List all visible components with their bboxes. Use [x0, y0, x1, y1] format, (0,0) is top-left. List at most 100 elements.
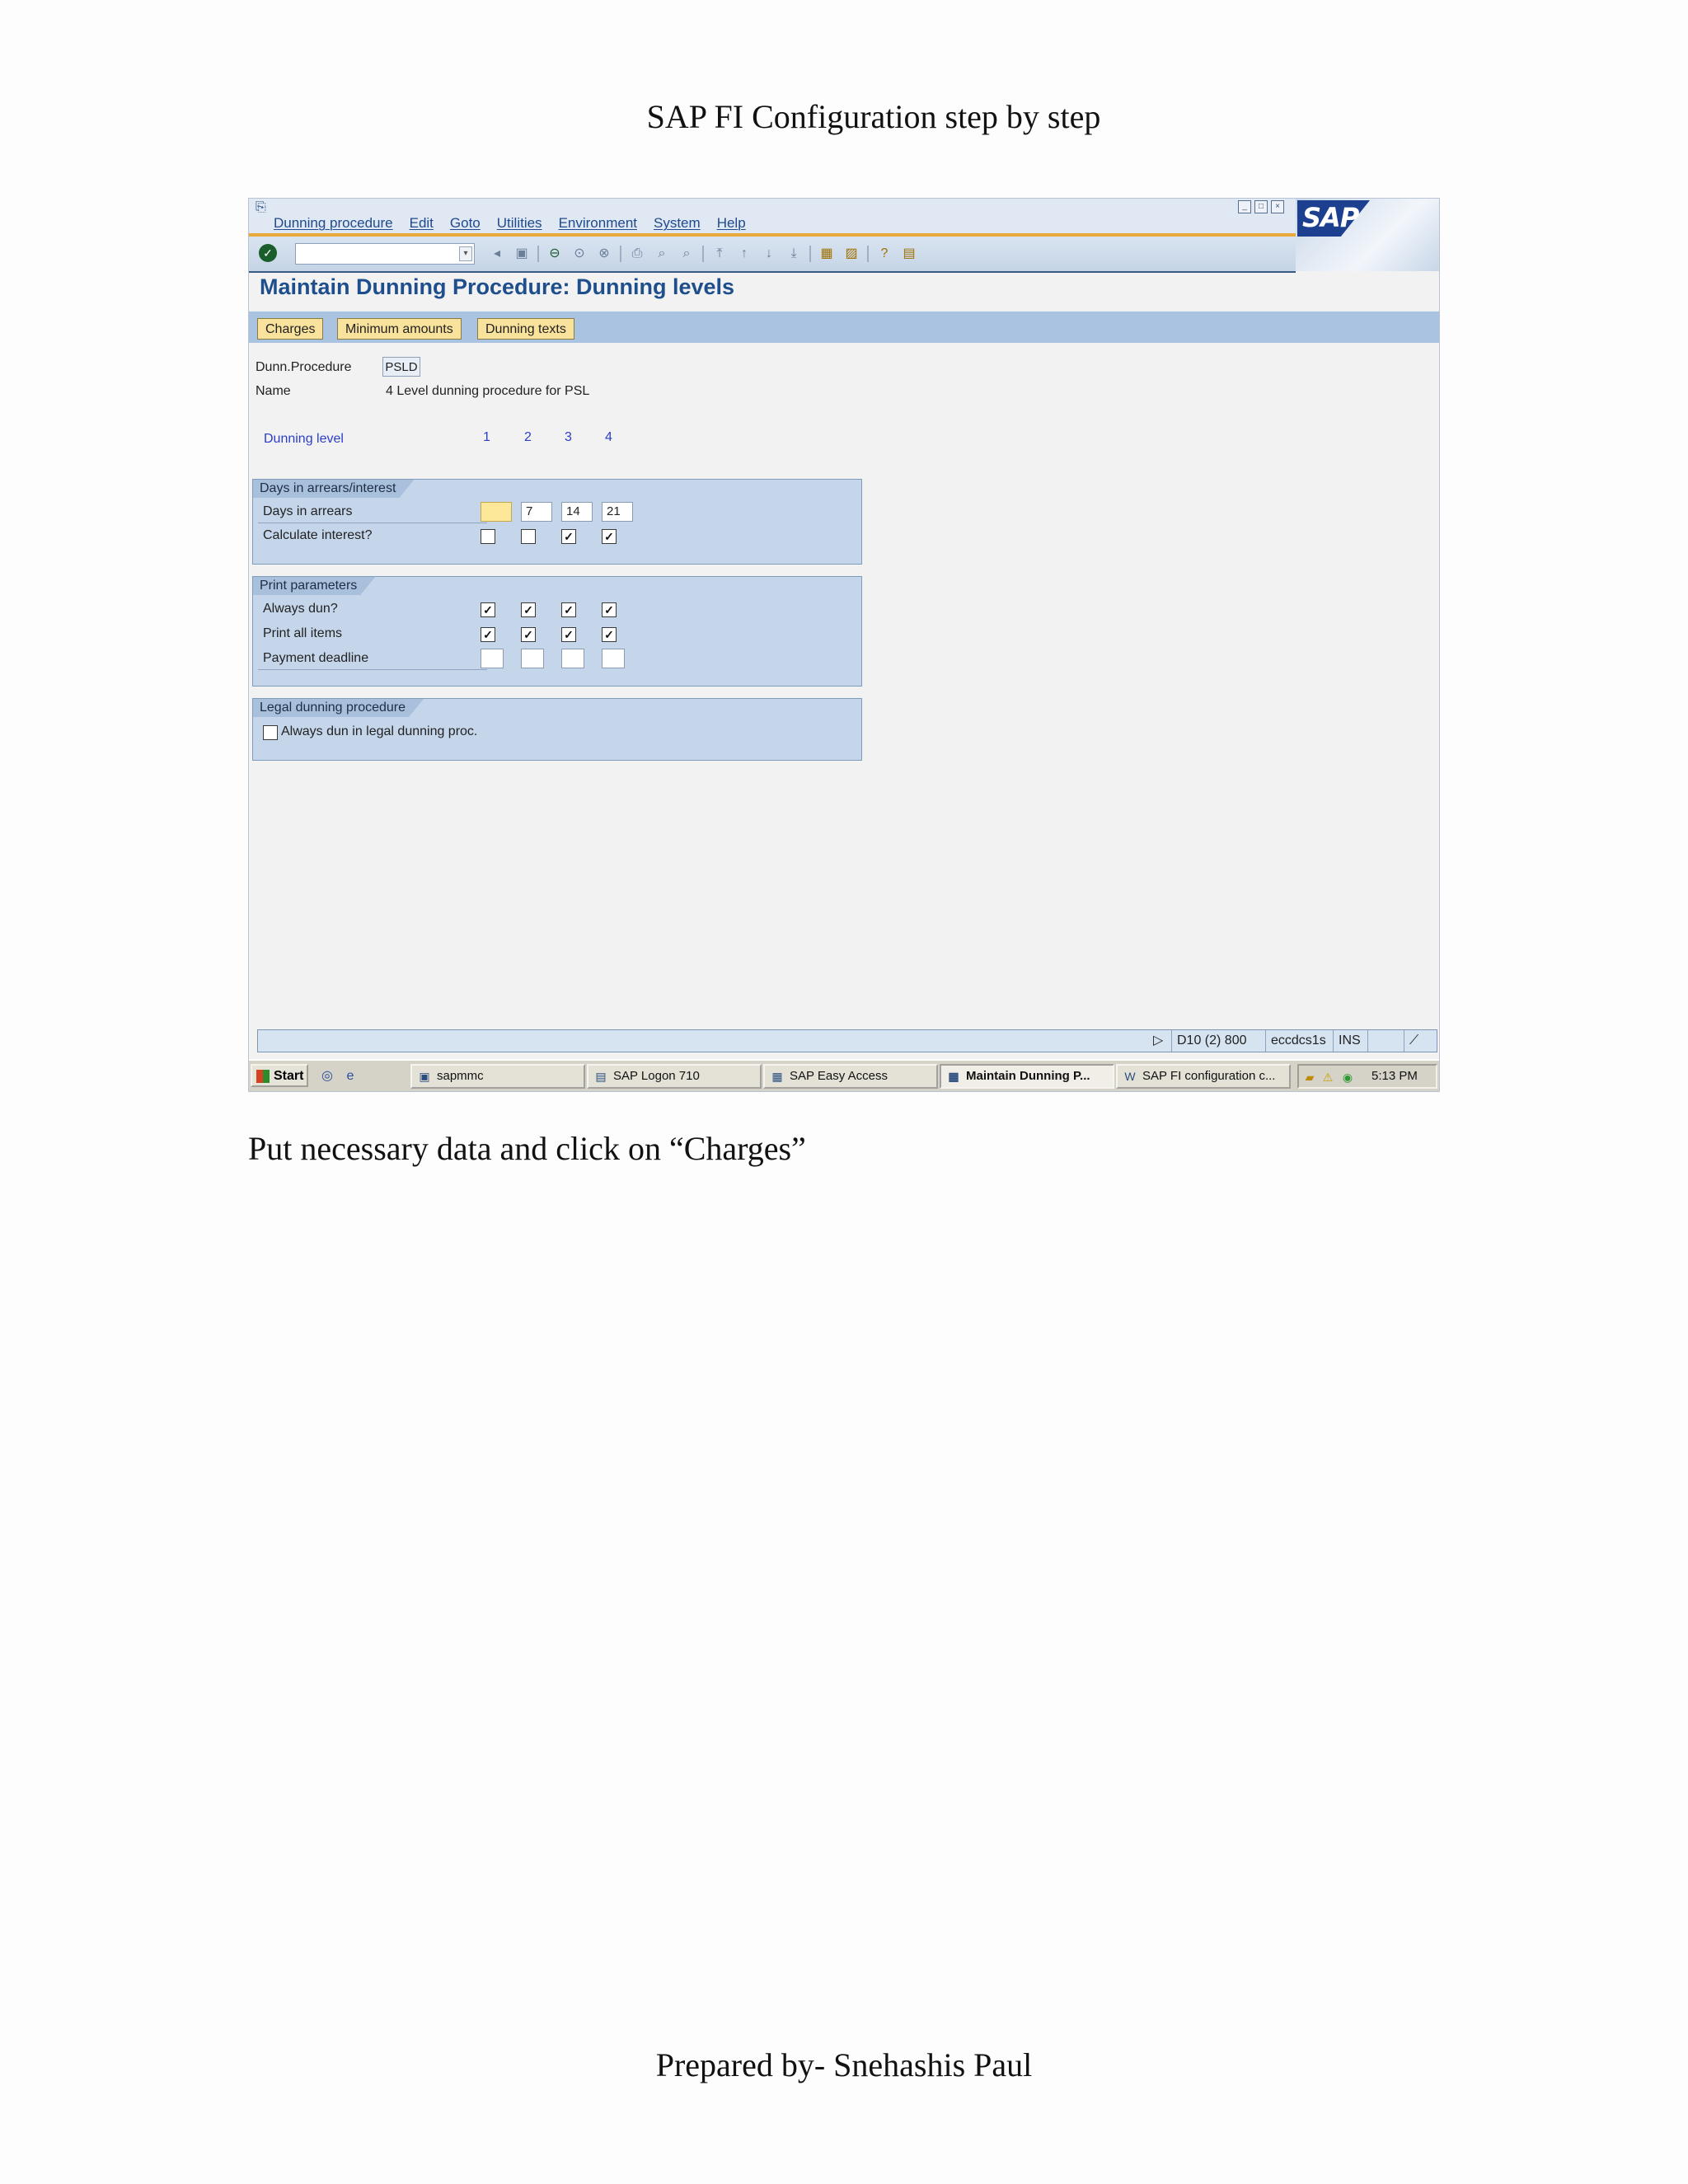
- calculate-interest-level-2-checkbox[interactable]: [521, 529, 536, 544]
- procedure-value: PSLD: [382, 357, 420, 377]
- save-icon[interactable]: ▣: [513, 245, 531, 263]
- find-icon[interactable]: ⌕: [653, 245, 671, 263]
- back-icon[interactable]: ⊖: [546, 245, 564, 263]
- windows-flag-icon: [256, 1070, 270, 1083]
- quicklaunch-browser-icon[interactable]: e: [341, 1067, 359, 1085]
- payment-deadline-label: Payment deadline: [263, 651, 369, 665]
- resize-grip-icon[interactable]: ⟋: [1404, 1030, 1423, 1052]
- minimize-icon[interactable]: _: [1238, 200, 1251, 213]
- always-dun-level-1-checkbox[interactable]: ✓: [481, 602, 495, 617]
- task-sap-easy-access-label: SAP Easy Access: [790, 1069, 888, 1083]
- task-sap-easy-access[interactable]: ▦ SAP Easy Access: [763, 1064, 938, 1089]
- level-2-header: 2: [524, 430, 532, 444]
- status-system: D10 (2) 800: [1171, 1030, 1252, 1052]
- exit-icon[interactable]: ⊙: [570, 245, 588, 263]
- print-icon[interactable]: ⎙: [628, 245, 646, 263]
- calculate-interest-level-1-checkbox[interactable]: [481, 529, 495, 544]
- payment-deadline-level-1-input[interactable]: [481, 649, 504, 668]
- last-page-icon[interactable]: ⤓: [785, 245, 803, 263]
- command-history-dropdown-icon[interactable]: ▾: [459, 246, 472, 261]
- menu-dunning-procedure[interactable]: Dunning procedure: [274, 215, 393, 232]
- days-in-arrears-label: Days in arrears: [263, 504, 353, 518]
- group-days-in-arrears-title: Days in arrears/interest: [253, 480, 414, 498]
- always-dun-level-2-checkbox[interactable]: ✓: [521, 602, 536, 617]
- menu-edit[interactable]: Edit: [410, 215, 434, 232]
- always-dun-level-3-checkbox[interactable]: ✓: [561, 602, 576, 617]
- new-session-icon[interactable]: ▦: [818, 245, 836, 263]
- cancel-icon[interactable]: ⊗: [595, 245, 613, 263]
- layout-menu-icon[interactable]: ▤: [900, 245, 918, 263]
- level-4-header: 4: [605, 430, 612, 444]
- payment-deadline-level-3-input[interactable]: [561, 649, 584, 668]
- start-button[interactable]: Start: [251, 1064, 308, 1087]
- payment-deadline-level-2-input[interactable]: [521, 649, 544, 668]
- history-back-icon[interactable]: ◂: [488, 245, 506, 263]
- print-all-items-label: Print all items: [263, 626, 343, 640]
- command-field[interactable]: ▾: [295, 243, 475, 265]
- sap-logo: SAP: [1296, 199, 1439, 271]
- menu-system[interactable]: System: [654, 215, 701, 232]
- standard-toolbar: ✓ ▾ ◂ ▣ ⊖ ⊙ ⊗ ⎙ ⌕ ⌕ ⤒ ↑ ↓ ⤓ ▦ ▨ ? ▤: [249, 237, 1296, 273]
- minimum-amounts-button[interactable]: Minimum amounts: [337, 318, 462, 340]
- window-menu-icon[interactable]: ⎘: [256, 200, 272, 214]
- help-icon[interactable]: ?: [875, 245, 893, 263]
- level-1-header: 1: [483, 430, 490, 444]
- menu-bar: ⎘ Dunning procedure Edit Goto Utilities …: [249, 199, 1439, 235]
- days-in-arrears-level-4-input[interactable]: 21: [602, 502, 633, 522]
- calculate-interest-level-4-checkbox[interactable]: ✓: [602, 529, 617, 544]
- task-sapmmc-label: sapmmc: [437, 1069, 484, 1083]
- toolbar-icons: ◂ ▣ ⊖ ⊙ ⊗ ⎙ ⌕ ⌕ ⤒ ↑ ↓ ⤓ ▦ ▨ ? ▤: [488, 245, 918, 263]
- screen-title: Maintain Dunning Procedure: Dunning leve…: [260, 274, 735, 299]
- word-document-icon: W: [1124, 1070, 1136, 1083]
- print-all-items-level-1-checkbox[interactable]: ✓: [481, 627, 495, 642]
- previous-page-icon[interactable]: ↑: [735, 245, 753, 263]
- next-page-icon[interactable]: ↓: [760, 245, 778, 263]
- task-sap-logon[interactable]: ▤ SAP Logon 710: [587, 1064, 762, 1089]
- status-server: eccdcs1s: [1265, 1030, 1331, 1052]
- maximize-icon[interactable]: □: [1254, 200, 1268, 213]
- quicklaunch-desktop-icon[interactable]: ◎: [318, 1067, 336, 1085]
- toolbar-separator: [867, 246, 869, 262]
- shortcut-icon[interactable]: ▨: [842, 245, 860, 263]
- menu-goto[interactable]: Goto: [450, 215, 481, 232]
- sap-logon-icon: ▤: [595, 1070, 607, 1083]
- task-word-document-label: SAP FI configuration c...: [1142, 1069, 1276, 1083]
- status-expand-icon[interactable]: ▷: [1148, 1030, 1168, 1052]
- task-maintain-dunning[interactable]: ▦ Maintain Dunning P...: [940, 1064, 1114, 1089]
- enter-check-icon[interactable]: ✓: [259, 244, 277, 262]
- group-print-parameters-title: Print parameters: [253, 577, 375, 595]
- payment-deadline-level-4-input[interactable]: [602, 649, 625, 668]
- application-toolbar: Charges Minimum amounts Dunning texts: [249, 311, 1439, 343]
- dunning-texts-button[interactable]: Dunning texts: [477, 318, 574, 340]
- menu-environment[interactable]: Environment: [559, 215, 637, 232]
- tray-folder-icon[interactable]: ▰: [1302, 1070, 1317, 1085]
- name-label: Name: [256, 384, 291, 398]
- find-next-icon[interactable]: ⌕: [678, 245, 696, 263]
- days-in-arrears-level-1-input[interactable]: [481, 502, 512, 522]
- days-in-arrears-level-2-input[interactable]: 7: [521, 502, 552, 522]
- toolbar-separator: [809, 246, 811, 262]
- status-bar: ▷ D10 (2) 800 eccdcs1s INS ⟋: [257, 1029, 1437, 1052]
- dunning-level-label: Dunning level: [264, 432, 344, 446]
- print-all-items-level-2-checkbox[interactable]: ✓: [521, 627, 536, 642]
- calculate-interest-level-3-checkbox[interactable]: ✓: [561, 529, 576, 544]
- menu-help[interactable]: Help: [717, 215, 746, 232]
- charges-button[interactable]: Charges: [257, 318, 324, 340]
- tray-status-icon[interactable]: ◉: [1340, 1070, 1355, 1085]
- tray-warning-icon[interactable]: ⚠: [1320, 1070, 1335, 1085]
- toolbar-separator: [702, 246, 704, 262]
- days-in-arrears-level-3-input[interactable]: 14: [561, 502, 593, 522]
- close-icon[interactable]: ×: [1271, 200, 1284, 213]
- toolbar-separator: [537, 246, 539, 262]
- calculate-interest-label: Calculate interest?: [263, 528, 373, 542]
- always-dun-level-4-checkbox[interactable]: ✓: [602, 602, 617, 617]
- maintain-dunning-icon: ▦: [948, 1070, 959, 1083]
- print-all-items-level-4-checkbox[interactable]: ✓: [602, 627, 617, 642]
- always-dun-legal-checkbox[interactable]: [263, 725, 278, 740]
- task-word-document[interactable]: W SAP FI configuration c...: [1116, 1064, 1291, 1089]
- always-dun-label: Always dun?: [263, 602, 338, 616]
- print-all-items-level-3-checkbox[interactable]: ✓: [561, 627, 576, 642]
- first-page-icon[interactable]: ⤒: [710, 245, 729, 263]
- menu-utilities[interactable]: Utilities: [497, 215, 542, 232]
- task-sapmmc[interactable]: ▣ sapmmc: [410, 1064, 585, 1089]
